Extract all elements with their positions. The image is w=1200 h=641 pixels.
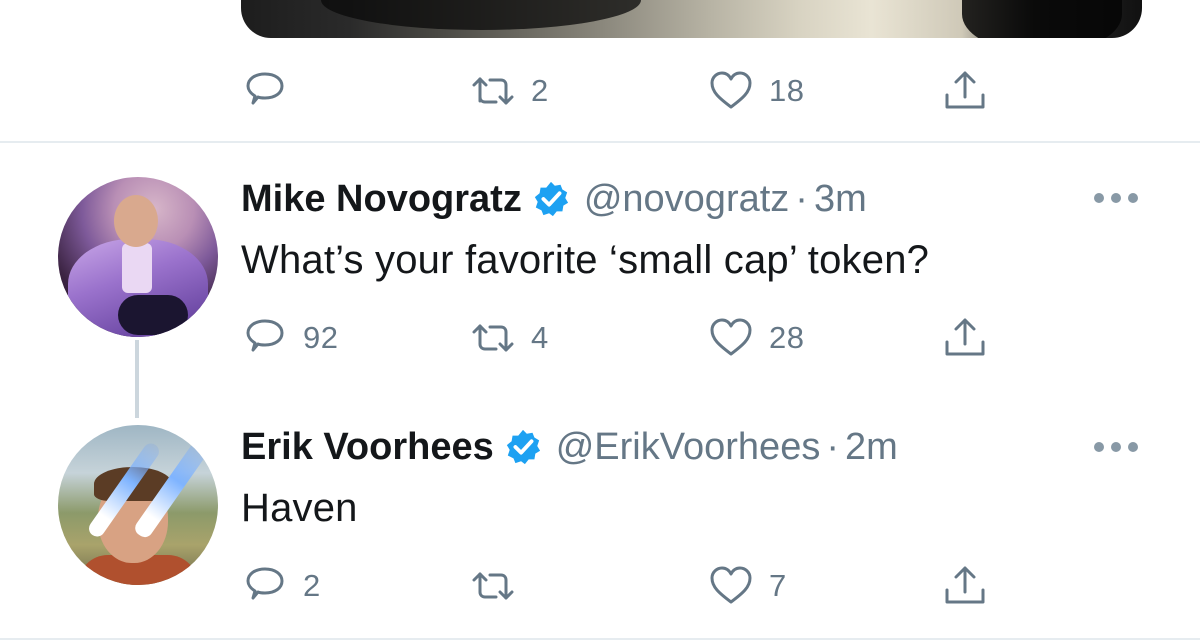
reply-count: 92 (303, 320, 339, 355)
retweet-button[interactable]: 4 (469, 314, 549, 362)
thread-connector-line (135, 340, 139, 418)
more-icon (1128, 193, 1138, 203)
tweet-header: Mike Novogratz @novogratz · 3m (241, 174, 867, 224)
retweet-count: 2 (531, 73, 549, 108)
heart-icon (710, 566, 752, 604)
like-button[interactable]: 7 (707, 562, 787, 610)
display-name[interactable]: Erik Voorhees (241, 426, 494, 469)
share-button[interactable] (941, 67, 989, 115)
retweet-icon (472, 324, 514, 352)
avatar-figure (114, 195, 158, 247)
verified-badge-icon (534, 181, 568, 217)
retweet-count: 4 (531, 320, 549, 355)
media-shadow-shape (962, 0, 1122, 38)
tweet-divider (0, 638, 1200, 640)
separator-dot: · (826, 425, 839, 468)
user-handle[interactable]: @novogratz (584, 178, 789, 221)
avatar[interactable] (58, 425, 218, 585)
tweet-action-bar: 2 18 (241, 67, 1001, 115)
reply-button[interactable]: 92 (241, 314, 338, 362)
reply-icon (246, 567, 284, 600)
more-icon (1094, 442, 1104, 452)
tweet-divider (0, 141, 1200, 143)
display-name[interactable]: Mike Novogratz (241, 178, 522, 221)
more-icon (1111, 193, 1121, 203)
tweet-header: Erik Voorhees @ErikVoorhees · 2m (241, 422, 898, 472)
user-handle[interactable]: @ErikVoorhees (556, 426, 821, 469)
more-options-button[interactable] (1094, 437, 1138, 457)
tweet-media-image[interactable] (241, 0, 1142, 38)
tweet-text: Haven (241, 486, 358, 530)
more-icon (1128, 442, 1138, 452)
retweet-icon (472, 77, 514, 105)
more-icon (1111, 442, 1121, 452)
share-button[interactable] (941, 314, 989, 362)
share-icon (945, 71, 985, 109)
like-button[interactable]: 18 (707, 67, 804, 115)
tweet-action-bar: 92 4 28 (241, 314, 1001, 362)
retweet-button[interactable] (469, 562, 531, 610)
reply-icon (246, 72, 284, 105)
timestamp[interactable]: 3m (814, 178, 867, 221)
more-icon (1094, 193, 1104, 203)
avatar-figure (122, 243, 152, 293)
retweet-button[interactable]: 2 (469, 67, 549, 115)
tweet-text: What’s your favorite ‘small cap’ token? (241, 238, 930, 282)
retweet-icon (472, 572, 514, 600)
share-icon (945, 566, 985, 604)
like-count: 7 (769, 568, 787, 603)
separator-dot: · (795, 177, 808, 220)
reply-icon (246, 319, 284, 352)
reply-count: 2 (303, 568, 321, 603)
heart-icon (710, 318, 752, 356)
verified-badge-icon (506, 429, 540, 465)
share-button[interactable] (941, 562, 989, 610)
media-shadow-shape (321, 0, 641, 30)
share-icon (945, 318, 985, 356)
reply-button[interactable]: 2 (241, 562, 321, 610)
reply-button[interactable] (241, 67, 303, 115)
timestamp[interactable]: 2m (845, 426, 898, 469)
avatar[interactable] (58, 177, 218, 337)
more-options-button[interactable] (1094, 188, 1138, 208)
avatar-figure (118, 295, 188, 335)
heart-icon (710, 71, 752, 109)
tweet-action-bar: 2 7 (241, 562, 1001, 610)
like-count: 18 (769, 73, 805, 108)
like-count: 28 (769, 320, 805, 355)
like-button[interactable]: 28 (707, 314, 804, 362)
